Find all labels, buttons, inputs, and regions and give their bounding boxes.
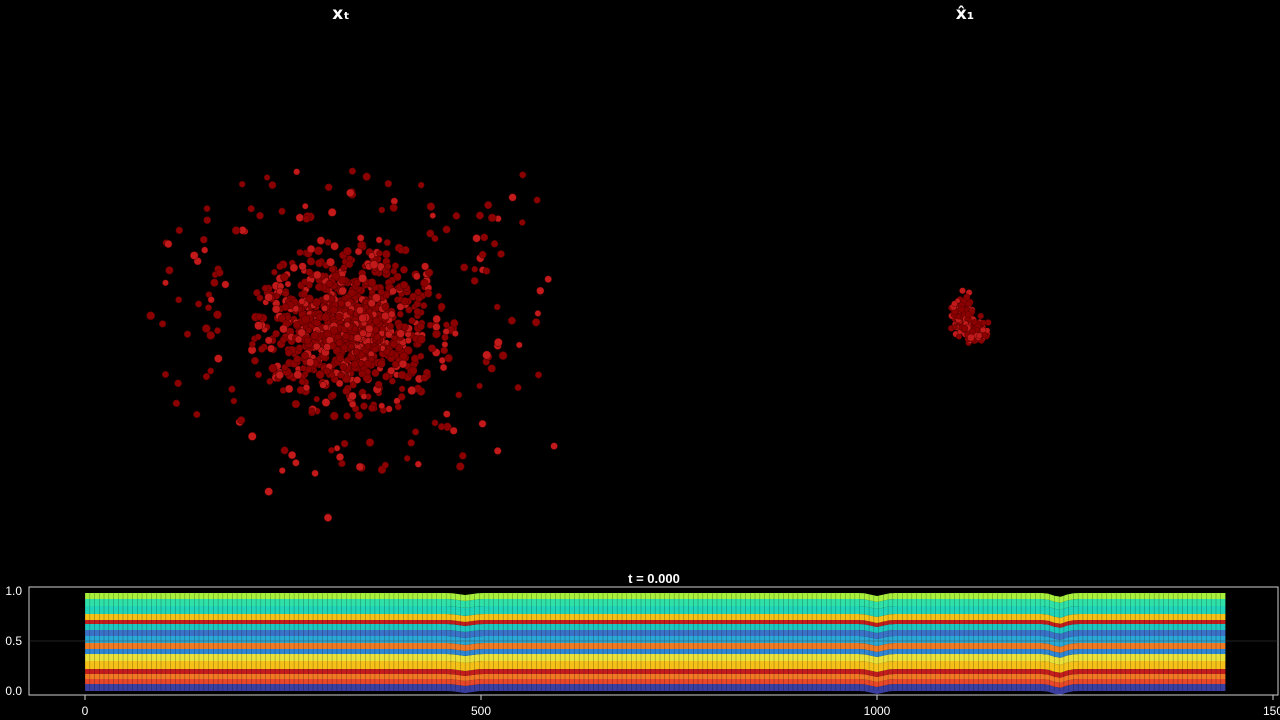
strip-chart-title: t = 0.000 (628, 571, 680, 586)
particle-point (961, 324, 969, 332)
x-tick-label: 1000 (864, 704, 891, 718)
particle-point (980, 319, 987, 326)
x-tick-label: 0 (82, 704, 89, 718)
particle-point (959, 287, 966, 295)
y-tick-label: 0.5 (5, 634, 22, 648)
y-tick-label: 1.0 (5, 584, 22, 598)
x-tick-label: 500 (471, 704, 491, 718)
particle-point (952, 324, 958, 330)
particle-point (981, 331, 988, 339)
particle-point (971, 319, 978, 326)
x-tick-label: 150 (1263, 704, 1280, 718)
particle-point (957, 306, 965, 314)
particle-point (967, 333, 975, 342)
particle-point (951, 300, 958, 307)
particle-scatter-right (947, 287, 992, 347)
particle-point (964, 311, 972, 318)
strip-bands (84, 592, 1226, 695)
particle-point (955, 313, 962, 320)
y-tick-label: 0.0 (5, 684, 22, 698)
particle-point (976, 332, 983, 339)
particle-point (956, 333, 963, 340)
particle-point (977, 312, 984, 320)
band-strip-chart: t = 0.000 0.0 0.5 1.0 0 500 1000 150 (5, 571, 1280, 718)
